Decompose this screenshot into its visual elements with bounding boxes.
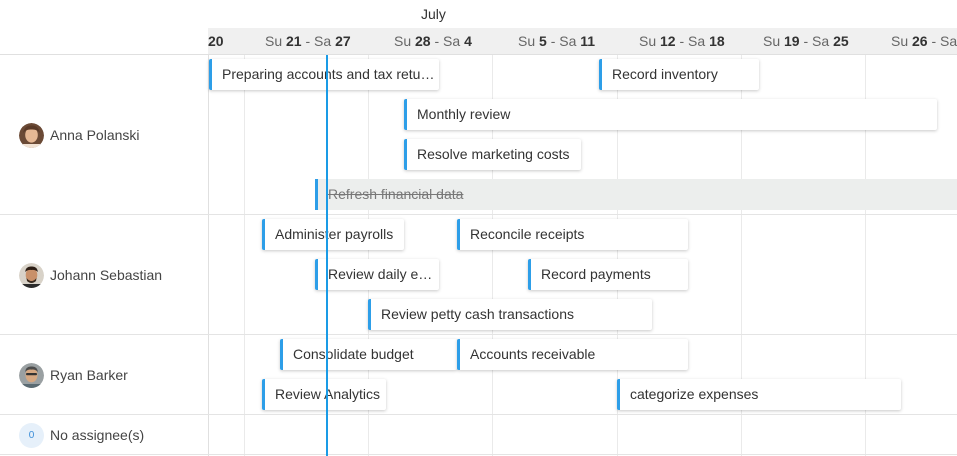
row-divider <box>0 334 957 335</box>
row-divider <box>0 214 957 215</box>
assignee-column-divider <box>208 55 209 456</box>
assignee-johann-sebastian[interactable]: Johann Sebastian <box>19 262 162 288</box>
week-label: Su 19 - Sa 25 <box>763 33 849 49</box>
task-bar[interactable]: Record payments <box>528 259 688 290</box>
task-bar[interactable]: Preparing accounts and tax returns <box>209 59 439 90</box>
assignee-ryan-barker[interactable]: Ryan Barker <box>19 362 128 388</box>
assignee-name: No assignee(s) <box>50 427 145 443</box>
week-label: Su 26 - Sa <box>891 33 957 49</box>
task-bar[interactable]: categorize expenses <box>617 379 901 410</box>
week-label: 20 <box>208 33 224 49</box>
row-divider <box>0 454 957 455</box>
week-label: Su 5 - Sa 11 <box>518 33 596 49</box>
task-bar-completed[interactable]: Refresh financial data <box>315 179 957 210</box>
task-bar[interactable]: Monthly review <box>404 99 937 130</box>
header-divider <box>0 54 957 55</box>
avatar <box>19 122 44 148</box>
task-bar[interactable]: Administer payrolls <box>262 219 404 250</box>
assignee-anna-polanski[interactable]: Anna Polanski <box>19 122 140 148</box>
assignee-name: Ryan Barker <box>50 367 128 383</box>
assignee-name: Johann Sebastian <box>50 267 163 283</box>
today-marker <box>326 55 328 456</box>
avatar <box>19 362 44 388</box>
task-bar[interactable]: Consolidate budget <box>280 339 457 370</box>
task-bar[interactable]: Record inventory <box>599 59 759 90</box>
row-divider <box>0 414 957 415</box>
assignee-name: Anna Polanski <box>50 127 140 143</box>
month-label: July <box>421 6 446 22</box>
task-bar[interactable]: Review Analytics <box>262 379 386 410</box>
assignee-unassigned[interactable]: 0 No assignee(s) <box>19 422 144 448</box>
gantt-view: July 20 Su 21 - Sa 27 Su 28 - Sa 4 Su 5 … <box>0 0 957 456</box>
task-bar[interactable]: Review daily expenses <box>315 259 439 290</box>
task-bar[interactable]: Resolve marketing costs <box>404 139 581 170</box>
task-bar[interactable]: Accounts receivable <box>457 339 688 370</box>
grid-line <box>244 55 245 456</box>
task-bar[interactable]: Review petty cash transactions <box>368 299 652 330</box>
week-label: Su 28 - Sa 4 <box>394 33 472 49</box>
unassigned-count-badge: 0 <box>19 422 44 448</box>
avatar <box>19 262 44 288</box>
week-label: Su 12 - Sa 18 <box>639 33 725 49</box>
week-label: Su 21 - Sa 27 <box>265 33 351 49</box>
task-bar[interactable]: Reconcile receipts <box>457 219 688 250</box>
